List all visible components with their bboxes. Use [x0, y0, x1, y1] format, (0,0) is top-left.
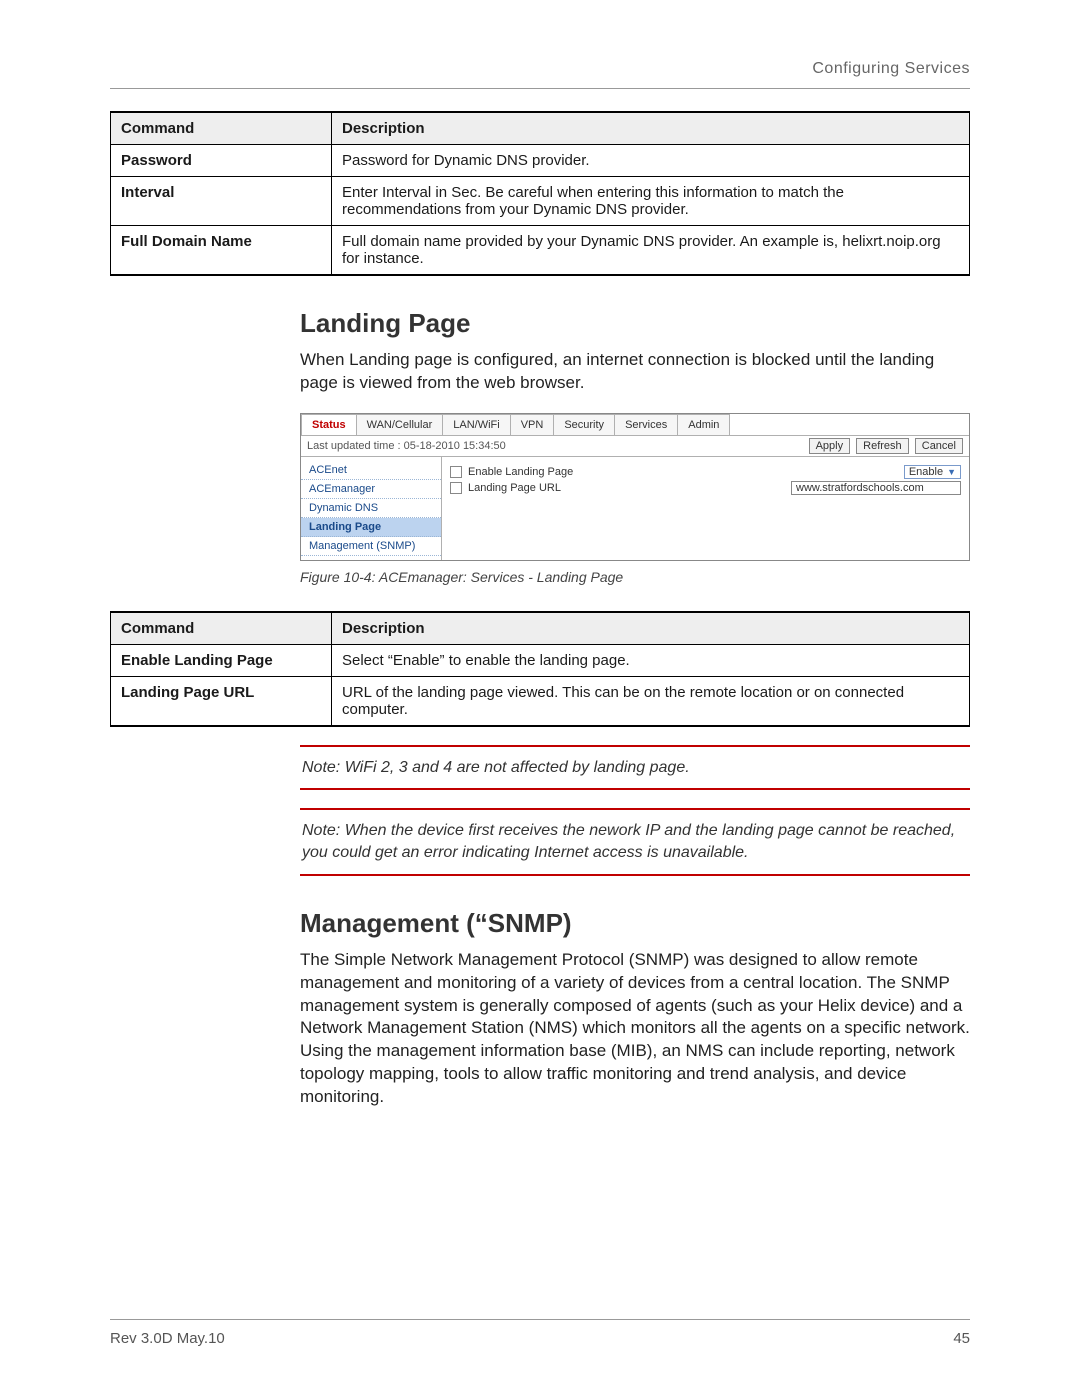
sidebar-item-landing-page[interactable]: Landing Page — [301, 518, 441, 537]
tab-wancellular[interactable]: WAN/Cellular — [356, 414, 444, 435]
table-row: Enable Landing Page Select “Enable” to e… — [111, 644, 970, 676]
tab-lanwifi[interactable]: LAN/WiFi — [442, 414, 510, 435]
figure-main: Enable Landing Page Enable ▼ Landing Pag… — [442, 457, 969, 560]
cmd-cell: Landing Page URL — [111, 676, 332, 726]
landing-url-input[interactable]: www.stratfordschools.com — [791, 481, 961, 495]
tab-status[interactable]: Status — [301, 414, 357, 435]
tab-vpn[interactable]: VPN — [510, 414, 555, 435]
cancel-button[interactable]: Cancel — [915, 438, 963, 454]
figure-sidebar: ACEnet ACEmanager Dynamic DNS Landing Pa… — [301, 457, 442, 560]
desc-cell: Password for Dynamic DNS provider. — [332, 145, 970, 177]
checkbox-icon[interactable] — [450, 482, 462, 494]
sidebar-item-dynamic-dns[interactable]: Dynamic DNS — [301, 499, 441, 518]
figure-toolbar: Last updated time : 05-18-2010 15:34:50 … — [301, 436, 969, 457]
dns-command-table: Command Description Password Password fo… — [110, 111, 970, 276]
cmd-cell: Password — [111, 145, 332, 177]
landing-url-label: Landing Page URL — [468, 482, 791, 494]
enable-landing-value: Enable — [909, 466, 943, 478]
note-wifi: Note: WiFi 2, 3 and 4 are not affected b… — [300, 745, 970, 791]
cmd-cell: Full Domain Name — [111, 226, 332, 276]
desc-cell: Select “Enable” to enable the landing pa… — [332, 644, 970, 676]
sidebar-item-snmp[interactable]: Management (SNMP) — [301, 537, 441, 556]
sidebar-item-acemanager[interactable]: ACEmanager — [301, 480, 441, 499]
note-text: Note: WiFi 2, 3 and 4 are not affected b… — [302, 757, 968, 779]
table-row: Interval Enter Interval in Sec. Be caref… — [111, 177, 970, 226]
table-row: Full Domain Name Full domain name provid… — [111, 226, 970, 276]
figure-timestamp: Last updated time : 05-18-2010 15:34:50 — [307, 440, 506, 452]
running-header: Configuring Services — [110, 60, 970, 78]
desc-cell: Enter Interval in Sec. Be careful when e… — [332, 177, 970, 226]
figure-caption: Figure 10-4: ACEmanager: Services - Land… — [300, 569, 970, 585]
enable-landing-label: Enable Landing Page — [468, 466, 904, 478]
landing-page-heading: Landing Page — [300, 308, 970, 339]
header-rule — [110, 88, 970, 89]
figure-tabs: Status WAN/Cellular LAN/WiFi VPN Securit… — [301, 414, 969, 436]
enable-landing-select[interactable]: Enable ▼ — [904, 465, 961, 479]
figure-acemanager-landing: Status WAN/Cellular LAN/WiFi VPN Securit… — [300, 413, 970, 561]
col-description: Description — [332, 612, 970, 645]
landing-page-intro: When Landing page is configured, an inte… — [300, 349, 970, 395]
col-command: Command — [111, 112, 332, 145]
chevron-down-icon: ▼ — [947, 467, 956, 477]
desc-cell: URL of the landing page viewed. This can… — [332, 676, 970, 726]
landing-command-table: Command Description Enable Landing Page … — [110, 611, 970, 727]
desc-cell: Full domain name provided by your Dynami… — [332, 226, 970, 276]
sidebar-item-acenet[interactable]: ACEnet — [301, 461, 441, 480]
tab-services[interactable]: Services — [614, 414, 678, 435]
apply-button[interactable]: Apply — [809, 438, 851, 454]
tab-admin[interactable]: Admin — [677, 414, 730, 435]
footer-page-number: 45 — [953, 1330, 970, 1347]
table-row: Password Password for Dynamic DNS provid… — [111, 145, 970, 177]
footer-rule — [110, 1319, 970, 1320]
note-text: Note: When the device first receives the… — [302, 820, 968, 863]
snmp-heading: Management (“SNMP) — [300, 908, 970, 939]
refresh-button[interactable]: Refresh — [856, 438, 909, 454]
checkbox-icon[interactable] — [450, 466, 462, 478]
snmp-body: The Simple Network Management Protocol (… — [300, 949, 970, 1110]
table-header-row: Command Description — [111, 112, 970, 145]
col-command: Command — [111, 612, 332, 645]
col-description: Description — [332, 112, 970, 145]
footer-revision: Rev 3.0D May.10 — [110, 1330, 225, 1347]
cmd-cell: Interval — [111, 177, 332, 226]
tab-security[interactable]: Security — [553, 414, 615, 435]
cmd-cell: Enable Landing Page — [111, 644, 332, 676]
table-row: Landing Page URL URL of the landing page… — [111, 676, 970, 726]
note-network-ip: Note: When the device first receives the… — [300, 808, 970, 875]
table-header-row: Command Description — [111, 612, 970, 645]
